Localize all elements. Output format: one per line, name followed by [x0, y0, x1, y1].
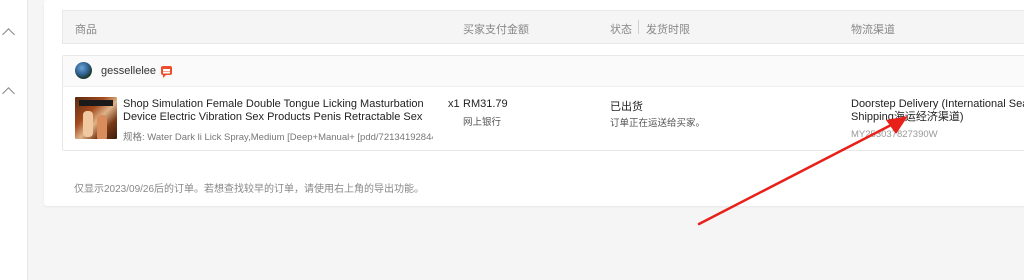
footer-note: 仅显示2023/09/26后的订单。若想查找较早的订单，请使用右上角的导出功能。 [74, 184, 425, 195]
table-header: 商品 买家支付金额 状态 发货时限 物流渠道 [62, 10, 1024, 44]
left-sidebar [0, 0, 28, 280]
product-spec: 规格: Water Dark li Lick Spray,Medium [Dee… [123, 132, 433, 143]
header-ship-deadline: 发货时限 [646, 24, 690, 36]
order-card: gessellelee Shop Simulation Female Doubl… [62, 55, 1024, 151]
chat-icon[interactable] [161, 66, 172, 78]
order-status-detail: 订单正在运送给买家。 [610, 118, 706, 129]
tracking-number[interactable]: MY253037827390W [851, 129, 938, 140]
logistics-channel: Doorstep Delivery (International Sea Shi… [851, 98, 1024, 123]
header-logistics: 物流渠道 [851, 24, 895, 36]
payment-method: 网上银行 [463, 117, 502, 128]
shop-avatar [75, 62, 92, 79]
header-divider [638, 20, 639, 34]
order-status: 已出货 [610, 101, 643, 113]
order-price: RM31.79 [463, 98, 508, 110]
orders-panel: 商品 买家支付金额 状态 发货时限 物流渠道 gessellelee Shop … [44, 0, 1024, 206]
product-thumbnail[interactable] [75, 97, 117, 139]
product-title[interactable]: Shop Simulation Female Double Tongue Lic… [123, 98, 445, 124]
order-header: gessellelee [63, 56, 1024, 87]
shop-name[interactable]: gessellelee [101, 65, 156, 77]
product-quantity: x1 [448, 98, 460, 110]
header-status: 状态 [610, 24, 632, 36]
chevron-up-icon[interactable] [2, 28, 15, 41]
header-amount: 买家支付金额 [463, 24, 529, 36]
header-goods: 商品 [75, 24, 97, 36]
chevron-up-icon[interactable] [2, 87, 15, 100]
